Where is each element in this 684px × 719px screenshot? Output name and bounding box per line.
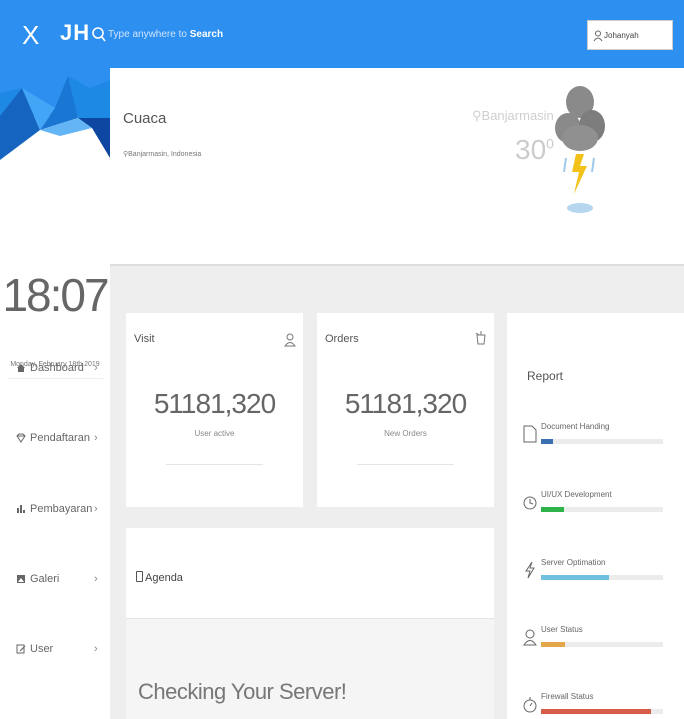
agenda-card: Agenda Checking Your Server! bbox=[126, 528, 494, 719]
progress-fill bbox=[541, 575, 610, 580]
weather-title: Cuaca bbox=[123, 110, 167, 127]
report-item-ui-ux-development: UI/UX Development bbox=[507, 487, 684, 527]
orders-count: 51181,320 bbox=[344, 388, 467, 419]
diamond-icon bbox=[16, 433, 26, 443]
sidebar-item-label: Galeri bbox=[30, 573, 60, 585]
weather-location: ⚲Banjarmasin, Indonesia bbox=[123, 151, 202, 158]
edit-icon bbox=[16, 644, 26, 654]
report-item-label: Firewall Status bbox=[541, 692, 594, 701]
report-panel: Report Document Handing UI/UX Developmen… bbox=[507, 313, 684, 719]
clock: 18:07 bbox=[2, 269, 109, 321]
agenda-body: Checking Your Server! bbox=[126, 619, 494, 719]
sidebar-item-label: Pendaftaran bbox=[30, 432, 90, 444]
card-title: Visit bbox=[134, 333, 155, 345]
thunderstorm-icon bbox=[555, 86, 605, 213]
home-icon bbox=[17, 364, 25, 372]
report-item-label: Document Handing bbox=[541, 422, 610, 431]
tablet-icon bbox=[136, 571, 143, 582]
weather-panel: Cuaca ⚲Banjarmasin, Indonesia ⚲Banjarmas… bbox=[110, 68, 684, 266]
chevron-right-icon: › bbox=[94, 432, 98, 444]
progress-track bbox=[541, 507, 663, 512]
orders-card: Orders 51181,320 New Orders bbox=[317, 313, 494, 507]
orders-subtitle: New Orders bbox=[384, 429, 427, 438]
brand-logo[interactable]: JH bbox=[60, 20, 90, 46]
timer-icon bbox=[523, 697, 537, 713]
visit-count: 51181,320 bbox=[153, 388, 276, 419]
agenda-title: Agenda bbox=[136, 571, 183, 584]
user-icon bbox=[523, 629, 537, 646]
top-bar: X JH Type anywhere to Search Johanyah bbox=[0, 0, 684, 68]
agenda-heading: Checking Your Server! bbox=[138, 679, 347, 704]
bar-chart-icon bbox=[17, 505, 25, 513]
card-title: Orders bbox=[325, 333, 359, 345]
report-item-firewall-status: Firewall Status bbox=[507, 689, 684, 719]
close-button[interactable]: X bbox=[22, 20, 39, 51]
progress-fill bbox=[541, 507, 565, 512]
progress-track bbox=[541, 642, 663, 647]
progress-track bbox=[541, 575, 663, 580]
sidebar-item-pendaftaran[interactable]: Pendaftaran › bbox=[0, 420, 110, 460]
clock-icon bbox=[523, 496, 537, 510]
location-pin-icon: ⚲ bbox=[472, 108, 482, 123]
report-item-label: User Status bbox=[541, 625, 583, 634]
user-icon bbox=[284, 333, 296, 347]
search-input[interactable]: Type anywhere to Search bbox=[108, 29, 223, 40]
progress-fill bbox=[541, 709, 651, 714]
search-icon[interactable] bbox=[91, 25, 107, 45]
user-icon bbox=[593, 30, 603, 42]
sidebar-banner bbox=[0, 68, 110, 208]
report-item-label: Server Optimation bbox=[541, 558, 606, 567]
weather-city: ⚲Banjarmasin bbox=[472, 108, 554, 123]
report-item-server-optimation: Server Optimation bbox=[507, 555, 684, 595]
sidebar-item-label: Pembayaran bbox=[30, 503, 93, 515]
sidebar-item-galeri[interactable]: Galeri › bbox=[0, 561, 110, 601]
sidebar-item-pembayaran[interactable]: Pembayaran › bbox=[0, 491, 110, 531]
progress-track bbox=[541, 709, 663, 714]
document-icon bbox=[523, 425, 537, 443]
sidebar: 18:07 Monday, February 18th 2019 Dashboa… bbox=[0, 68, 110, 719]
progress-fill bbox=[541, 642, 566, 647]
weather-temperature: 300 bbox=[515, 134, 554, 165]
cup-icon bbox=[475, 331, 486, 345]
report-item-document-handing: Document Handing bbox=[507, 419, 684, 459]
chevron-right-icon: › bbox=[94, 573, 98, 585]
divider bbox=[166, 464, 263, 465]
sidebar-item-label: User bbox=[30, 643, 54, 655]
visit-card: Visit 51181,320 User active bbox=[126, 313, 303, 507]
sidebar-item-user[interactable]: User › bbox=[0, 631, 110, 671]
sidebar-item-label: Dashboard bbox=[30, 362, 84, 374]
progress-fill bbox=[541, 439, 554, 444]
flash-icon bbox=[525, 561, 535, 579]
image-icon bbox=[17, 575, 25, 583]
progress-track bbox=[541, 439, 663, 444]
sidebar-item-dashboard[interactable]: Dashboard › bbox=[0, 350, 110, 390]
chevron-right-icon: › bbox=[94, 362, 98, 374]
user-menu[interactable]: Johanyah bbox=[587, 20, 673, 50]
report-title: Report bbox=[527, 369, 564, 383]
chevron-right-icon: › bbox=[94, 643, 98, 655]
divider bbox=[357, 464, 454, 465]
user-name: Johanyah bbox=[604, 31, 639, 40]
chevron-right-icon: › bbox=[94, 503, 98, 515]
report-item-label: UI/UX Development bbox=[541, 490, 612, 499]
visit-subtitle: User active bbox=[194, 429, 235, 438]
report-item-user-status: User Status bbox=[507, 622, 684, 662]
